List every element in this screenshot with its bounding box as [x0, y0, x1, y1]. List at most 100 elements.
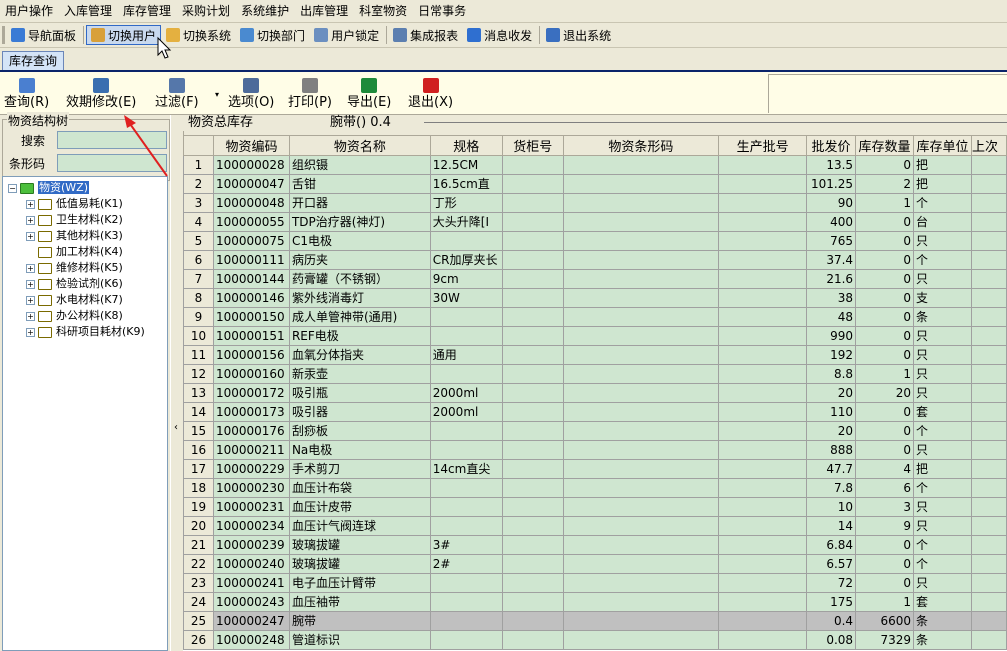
table-cell[interactable]: 舌钳	[288, 174, 431, 194]
action-button[interactable]: 退出(X)	[408, 78, 453, 112]
table-cell[interactable]	[970, 497, 1007, 517]
table-cell[interactable]	[562, 478, 720, 498]
table-cell[interactable]: 只	[913, 231, 972, 251]
table-cell[interactable]	[429, 573, 503, 593]
table-cell[interactable]: 90	[806, 193, 857, 213]
tree-root[interactable]: − 物资(WZ)	[8, 181, 89, 195]
table-cell[interactable]: 100000240	[212, 554, 290, 574]
table-cell[interactable]	[970, 535, 1007, 555]
table-row[interactable]: 13 100000172 吸引瓶 2000ml 20 20 只	[183, 383, 1007, 403]
table-cell[interactable]	[970, 554, 1007, 574]
table-cell[interactable]: 2#	[429, 554, 503, 574]
toolbar-button[interactable]: 切换部门	[236, 25, 309, 45]
column-header[interactable]: 物资编码	[212, 135, 290, 156]
table-cell[interactable]: 2000ml	[429, 402, 503, 422]
table-cell[interactable]	[429, 307, 503, 327]
table-cell[interactable]	[970, 478, 1007, 498]
table-cell[interactable]	[429, 497, 503, 517]
table-cell[interactable]	[718, 478, 808, 498]
table-cell[interactable]: 990	[806, 326, 857, 346]
table-cell[interactable]: 400	[806, 212, 857, 232]
table-cell[interactable]	[718, 269, 808, 289]
table-cell[interactable]: 通用	[429, 345, 503, 365]
table-row[interactable]: 8 100000146 紫外线消毒灯 30W 38 0 支	[183, 288, 1007, 308]
table-cell[interactable]: 0	[855, 250, 914, 270]
table-cell[interactable]	[718, 231, 808, 251]
toolbar-button[interactable]: 切换用户	[86, 25, 162, 45]
table-cell[interactable]: 1	[855, 193, 914, 213]
table-cell[interactable]	[718, 573, 808, 593]
table-cell[interactable]: 14	[806, 516, 857, 536]
table-row[interactable]: 12 100000160 新汞壶 8.8 1 只	[183, 364, 1007, 384]
table-cell[interactable]	[501, 592, 564, 612]
table-row[interactable]: 3 100000048 开口器 丁形 90 1 个	[183, 193, 1007, 213]
table-cell[interactable]	[718, 630, 808, 650]
table-row[interactable]: 16 100000211 Na电极 888 0 只	[183, 440, 1007, 460]
table-cell[interactable]	[501, 516, 564, 536]
table-row[interactable]: 25 100000247 腕带 0.4 6600 条	[183, 611, 1007, 631]
table-cell[interactable]	[429, 630, 503, 650]
table-cell[interactable]	[501, 326, 564, 346]
table-cell[interactable]	[718, 212, 808, 232]
table-cell[interactable]	[501, 212, 564, 232]
table-cell[interactable]: 2000ml	[429, 383, 503, 403]
table-cell[interactable]	[562, 231, 720, 251]
table-cell[interactable]	[562, 193, 720, 213]
table-cell[interactable]	[562, 364, 720, 384]
expand-icon[interactable]: +	[26, 295, 35, 305]
table-cell[interactable]	[970, 459, 1007, 479]
table-cell[interactable]	[718, 307, 808, 327]
table-cell[interactable]: 条	[913, 630, 972, 650]
table-cell[interactable]: 7329	[855, 630, 914, 650]
column-header[interactable]: 物资名称	[288, 135, 431, 156]
table-row[interactable]: 23 100000241 电子血压计臂带 72 0 只	[183, 573, 1007, 593]
table-cell[interactable]: 192	[806, 345, 857, 365]
table-cell[interactable]: 100000243	[212, 592, 290, 612]
column-header[interactable]: 货柜号	[501, 135, 564, 156]
table-cell[interactable]: 0	[855, 212, 914, 232]
expand-icon[interactable]: +	[26, 263, 35, 273]
table-cell[interactable]	[429, 611, 503, 631]
table-cell[interactable]	[429, 478, 503, 498]
table-cell[interactable]: 2	[855, 174, 914, 194]
table-cell[interactable]: 把	[913, 459, 972, 479]
table-cell[interactable]	[501, 611, 564, 631]
table-cell[interactable]	[429, 421, 503, 441]
table-cell[interactable]	[970, 155, 1007, 175]
table-cell[interactable]	[718, 383, 808, 403]
table-cell[interactable]	[970, 307, 1007, 327]
expand-icon[interactable]: +	[26, 199, 35, 209]
table-cell[interactable]: 个	[913, 250, 972, 270]
menu-item[interactable]: 采购计划	[177, 1, 236, 21]
table-cell[interactable]	[501, 269, 564, 289]
tree-item[interactable]: + 低值易耗(K1)	[26, 197, 123, 211]
table-cell[interactable]: 38	[806, 288, 857, 308]
table-cell[interactable]	[970, 231, 1007, 251]
table-cell[interactable]	[562, 630, 720, 650]
table-cell[interactable]	[718, 288, 808, 308]
table-cell[interactable]: C1电极	[288, 231, 431, 251]
table-cell[interactable]: 0	[855, 421, 914, 441]
table-cell[interactable]: 100000211	[212, 440, 290, 460]
table-cell[interactable]	[562, 345, 720, 365]
table-cell[interactable]: 管道标识	[288, 630, 431, 650]
table-cell[interactable]: Na电极	[288, 440, 431, 460]
table-cell[interactable]: 套	[913, 402, 972, 422]
table-cell[interactable]: 紫外线消毒灯	[288, 288, 431, 308]
table-cell[interactable]	[718, 611, 808, 631]
table-cell[interactable]	[718, 326, 808, 346]
table-cell[interactable]	[501, 402, 564, 422]
table-cell[interactable]: 个	[913, 478, 972, 498]
table-cell[interactable]: 0	[855, 573, 914, 593]
table-cell[interactable]: 48	[806, 307, 857, 327]
table-cell[interactable]	[970, 516, 1007, 536]
table-cell[interactable]	[501, 459, 564, 479]
table-cell[interactable]: 只	[913, 269, 972, 289]
table-cell[interactable]	[501, 497, 564, 517]
table-cell[interactable]: 把	[913, 155, 972, 175]
table-row[interactable]: 9 100000150 成人单管神带(通用) 48 0 条	[183, 307, 1007, 327]
table-cell[interactable]: 110	[806, 402, 857, 422]
table-cell[interactable]	[970, 421, 1007, 441]
table-cell[interactable]: 100000160	[212, 364, 290, 384]
panel-splitter[interactable]: ‹	[170, 115, 184, 651]
